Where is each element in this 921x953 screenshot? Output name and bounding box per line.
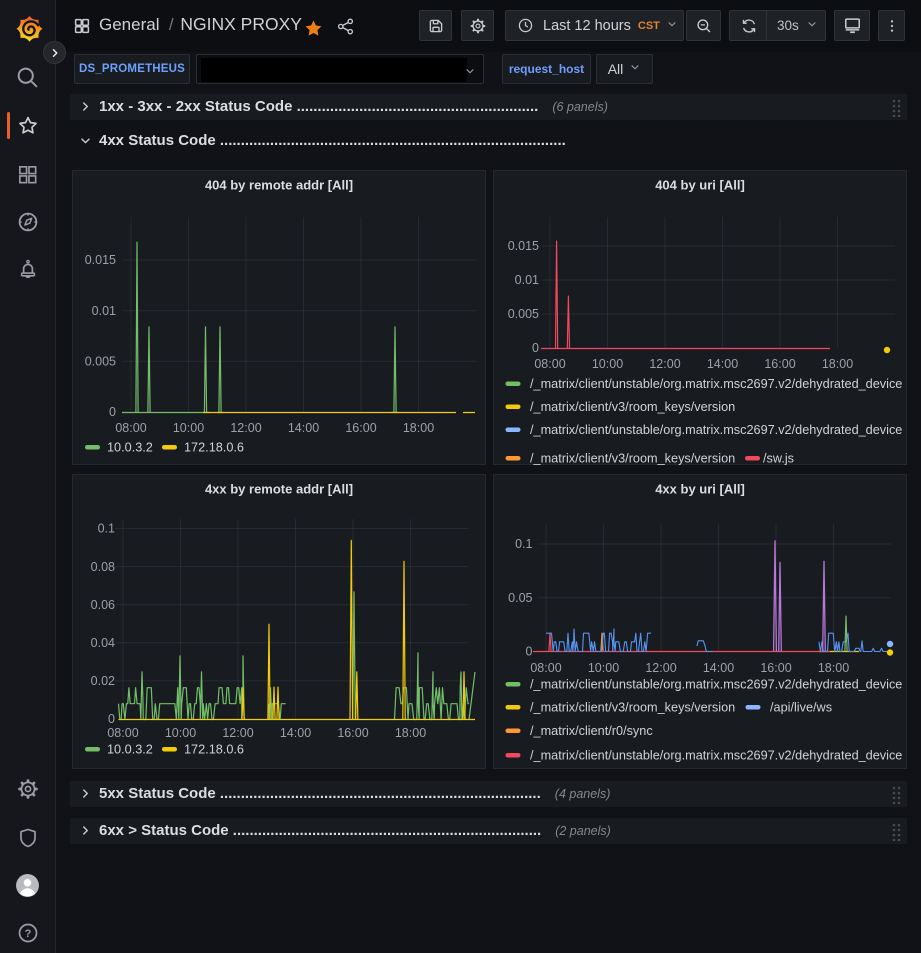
svg-text:18:00: 18:00: [403, 421, 434, 435]
svg-text:16:00: 16:00: [345, 421, 376, 435]
svg-text:0.06: 0.06: [91, 598, 115, 612]
svg-text:12:00: 12:00: [222, 726, 253, 740]
svg-text:16:00: 16:00: [764, 357, 795, 371]
svg-text:08:00: 08:00: [530, 661, 561, 675]
svg-text:/_matrix/client/unstable/org.m: /_matrix/client/unstable/org.matrix.msc2…: [530, 377, 902, 391]
svg-text:0.08: 0.08: [91, 560, 115, 574]
svg-text:/_matrix/client/unstable/org.m: /_matrix/client/unstable/org.matrix.msc2…: [530, 677, 902, 691]
svg-text:0.1: 0.1: [515, 537, 532, 551]
svg-text:10:00: 10:00: [592, 357, 623, 371]
svg-text:18:00: 18:00: [822, 357, 853, 371]
svg-text:14:00: 14:00: [288, 421, 319, 435]
svg-text:14:00: 14:00: [280, 726, 311, 740]
svg-text:10:00: 10:00: [173, 421, 204, 435]
svg-text:10.0.3.2: 10.0.3.2: [107, 440, 153, 454]
svg-text:18:00: 18:00: [818, 661, 849, 675]
svg-text:0.01: 0.01: [92, 304, 116, 318]
svg-text:404 by remote addr [All]: 404 by remote addr [All]: [205, 178, 353, 193]
svg-text:14:00: 14:00: [703, 661, 734, 675]
svg-text:/_matrix/client/unstable/org.m: /_matrix/client/unstable/org.matrix.msc2…: [530, 748, 902, 762]
svg-text:0: 0: [109, 405, 116, 419]
svg-text:404 by uri [All]: 404 by uri [All]: [655, 178, 745, 193]
svg-text:/_matrix/client/v3/room_keys/v: /_matrix/client/v3/room_keys/version: [530, 700, 735, 714]
svg-text:18:00: 18:00: [395, 726, 426, 740]
svg-text:10:00: 10:00: [588, 661, 619, 675]
svg-text:0.015: 0.015: [85, 253, 116, 267]
svg-text:/sw.js: /sw.js: [763, 451, 794, 465]
svg-text:0.05: 0.05: [508, 591, 532, 605]
svg-text:0.1: 0.1: [98, 522, 115, 536]
svg-text:0: 0: [532, 341, 539, 355]
svg-text:14:00: 14:00: [707, 357, 738, 371]
svg-text:10:00: 10:00: [165, 726, 196, 740]
svg-text:08:00: 08:00: [115, 421, 146, 435]
svg-text:12:00: 12:00: [230, 421, 261, 435]
svg-text:10.0.3.2: 10.0.3.2: [107, 742, 153, 756]
svg-text:4xx by uri [All]: 4xx by uri [All]: [655, 482, 745, 497]
svg-text:0: 0: [526, 645, 533, 659]
svg-text:0.04: 0.04: [91, 636, 115, 650]
svg-text:0.02: 0.02: [91, 674, 115, 688]
svg-text:0.005: 0.005: [508, 307, 539, 321]
svg-text:12:00: 12:00: [645, 661, 676, 675]
svg-text:0: 0: [108, 712, 115, 726]
svg-text:?: ?: [25, 928, 32, 940]
svg-text:/_matrix/client/v3/room_keys/v: /_matrix/client/v3/room_keys/version: [530, 451, 735, 465]
svg-text:/_matrix/client/v3/room_keys/v: /_matrix/client/v3/room_keys/version: [530, 400, 735, 414]
svg-text:/_matrix/client/r0/sync: /_matrix/client/r0/sync: [530, 724, 653, 738]
svg-text:172.18.0.6: 172.18.0.6: [184, 440, 244, 454]
svg-text:172.18.0.6: 172.18.0.6: [184, 742, 244, 756]
svg-text:4xx by remote addr [All]: 4xx by remote addr [All]: [205, 482, 353, 497]
svg-text:/_matrix/client/unstable/org.m: /_matrix/client/unstable/org.matrix.msc2…: [530, 423, 902, 437]
svg-text:0.005: 0.005: [85, 355, 116, 369]
svg-text:0.01: 0.01: [515, 273, 539, 287]
svg-text:12:00: 12:00: [649, 357, 680, 371]
svg-text:0.015: 0.015: [508, 239, 539, 253]
svg-text:16:00: 16:00: [337, 726, 368, 740]
svg-text:08:00: 08:00: [107, 726, 138, 740]
svg-text:08:00: 08:00: [534, 357, 565, 371]
svg-text:/api/live/ws: /api/live/ws: [770, 700, 832, 714]
svg-text:16:00: 16:00: [760, 661, 791, 675]
